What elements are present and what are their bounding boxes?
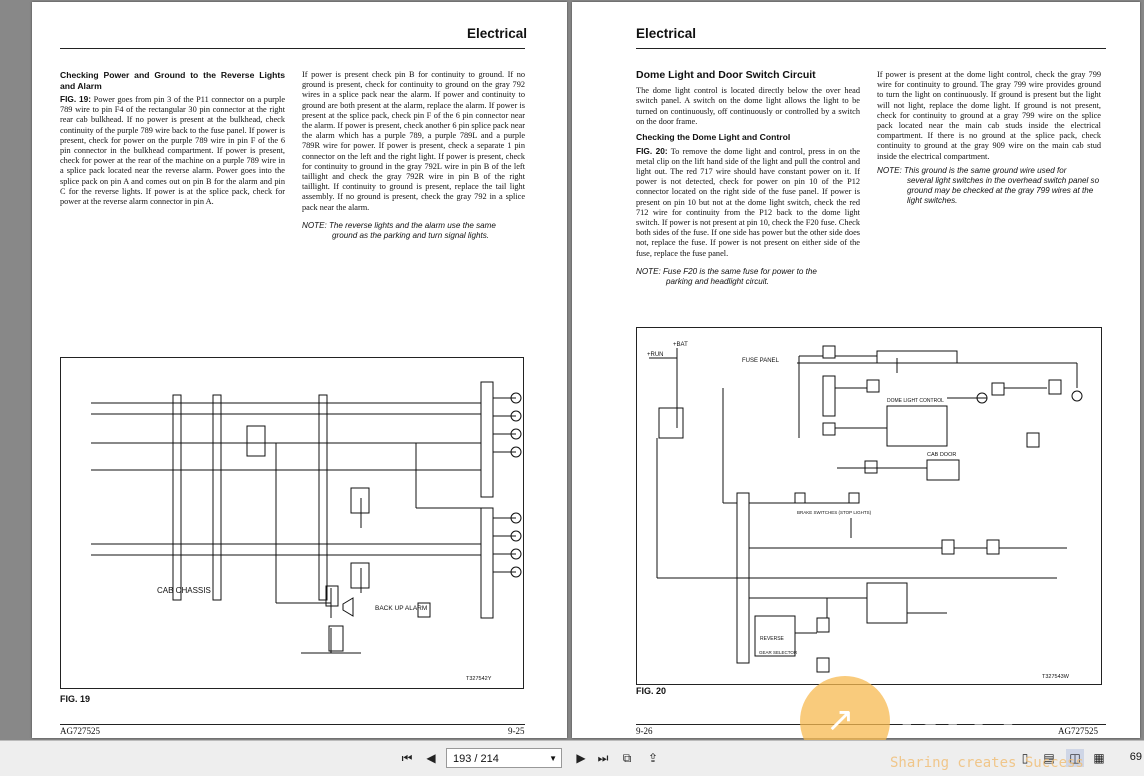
note: NOTE: The reverse lights and the alarm u… (302, 220, 496, 240)
document-viewport[interactable]: Electrical Checking Power and Ground to … (0, 0, 1144, 766)
watermark-logo-text: DHT (900, 681, 1032, 746)
body-text: The dome light control is located direct… (636, 86, 860, 126)
section-heading: Dome Light and Door Switch Circuit (636, 69, 816, 81)
body-text: To remove the dome light and control, pr… (636, 146, 860, 258)
footer-doc-number: AG727525 (60, 726, 100, 736)
page-number-select[interactable]: 193 / 214 ▼ (446, 748, 562, 768)
diagram-code: T327543W (1042, 674, 1070, 680)
label-cab-chassis: CAB CHASSIS (157, 586, 211, 595)
label-dome-light: DOME LIGHT CONTROL (887, 398, 944, 404)
section-heading: Checking Power and Ground to the Reverse… (60, 70, 285, 91)
header-rule (60, 48, 525, 49)
footer-page-number: 9-25 (508, 726, 525, 736)
body-text: Power goes from pin 3 of the P11 connect… (60, 95, 286, 207)
copy-icon[interactable]: ⧉ (618, 749, 636, 767)
body-text: If power is present at the dome light co… (877, 70, 1101, 161)
label-bat: +BAT (673, 342, 688, 348)
wiring-diagram-fig20: FUSE PANEL +BAT +RUN DOME LIGHT CONTROL … (636, 327, 1102, 685)
label-brake-switches: BRAKE SWITCHES (STOP LIGHTS) (797, 510, 872, 515)
right-column-2: If power is present at the dome light co… (877, 70, 1101, 206)
footer-doc-number: AG727525 (1058, 726, 1098, 736)
footer-rule (60, 724, 525, 725)
page-header: Electrical (636, 26, 697, 41)
header-rule (636, 48, 1106, 49)
export-icon[interactable]: ⇪ (644, 749, 662, 767)
watermark-arrow-icon: ↗ (826, 700, 855, 740)
figure-label: FIG. 19 (60, 694, 91, 704)
first-page-icon[interactable]: ⏮ (398, 749, 416, 767)
wiring-diagram-fig19: CAB CHASSIS BACK UP ALARM T327542Y (60, 357, 524, 689)
figure-label: FIG. 20 (636, 686, 667, 696)
zoom-level[interactable]: 69 (1130, 751, 1142, 763)
label-cab-door: CAB DOOR (927, 452, 956, 458)
figure-reference: FIG. 20: (636, 145, 668, 156)
viewer-toolbar: ⏮ ◀ 193 / 214 ▼ ▶ ⏭ ⧉ ⇪ ▯ ▤ ◫ ▦ 69 Shari… (0, 740, 1144, 776)
watermark-tagline: Sharing creates Success (890, 755, 1084, 771)
label-run: +RUN (647, 352, 664, 358)
label-gear-selector: GEAR SELECTOR (759, 650, 798, 655)
body-text: If power is present check pin B for cont… (302, 70, 525, 212)
next-page-icon[interactable]: ▶ (572, 749, 590, 767)
schematic-fig20: FUSE PANEL +BAT +RUN DOME LIGHT CONTROL … (647, 342, 1083, 680)
figure-reference: FIG. 19: (60, 94, 91, 104)
previous-page-icon[interactable]: ◀ (422, 749, 440, 767)
label-fuse-panel: FUSE PANEL (742, 358, 780, 364)
footer-page-number: 9-26 (636, 726, 653, 736)
facing-view-icon[interactable]: ▦ (1090, 749, 1108, 767)
last-page-icon[interactable]: ⏭ (594, 749, 612, 767)
left-column-1: Checking Power and Ground to the Reverse… (60, 70, 285, 207)
diagram-code: T327542Y (466, 676, 492, 682)
note: NOTE: This ground is the same ground wir… (877, 165, 1100, 205)
note: NOTE: Fuse F20 is the same fuse for powe… (636, 266, 817, 286)
page-header: Electrical (467, 26, 528, 41)
right-column-1: Dome Light and Door Switch Circuit The d… (636, 70, 860, 287)
subsection-heading: Checking the Dome Light and Control (636, 132, 791, 143)
label-reverse: REVERSE (760, 636, 785, 642)
label-backup-alarm: BACK UP ALARM (375, 605, 427, 612)
chevron-down-icon: ▼ (549, 754, 557, 763)
page-left: Electrical Checking Power and Ground to … (32, 2, 567, 738)
schematic-fig19: CAB CHASSIS BACK UP ALARM T327542Y (91, 381, 522, 682)
page-indicator: 193 / 214 (453, 753, 499, 765)
left-column-2: If power is present check pin B for cont… (302, 70, 525, 241)
page-right: Electrical Dome Light and Door Switch Ci… (572, 2, 1140, 738)
